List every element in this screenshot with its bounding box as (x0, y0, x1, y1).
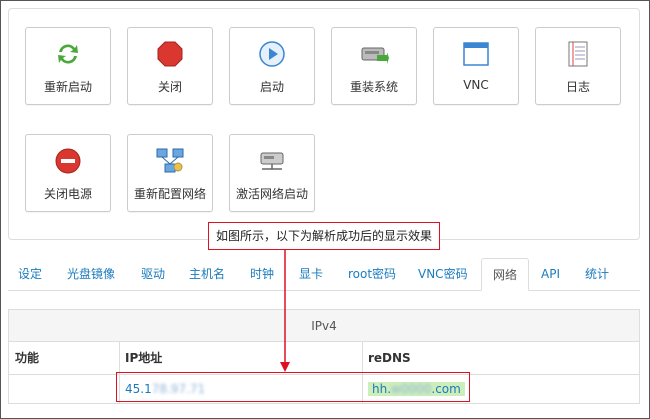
annotation-arrow (280, 250, 290, 372)
annotation-note: 如图所示，以下为解析成功后的显示效果 (208, 222, 440, 250)
